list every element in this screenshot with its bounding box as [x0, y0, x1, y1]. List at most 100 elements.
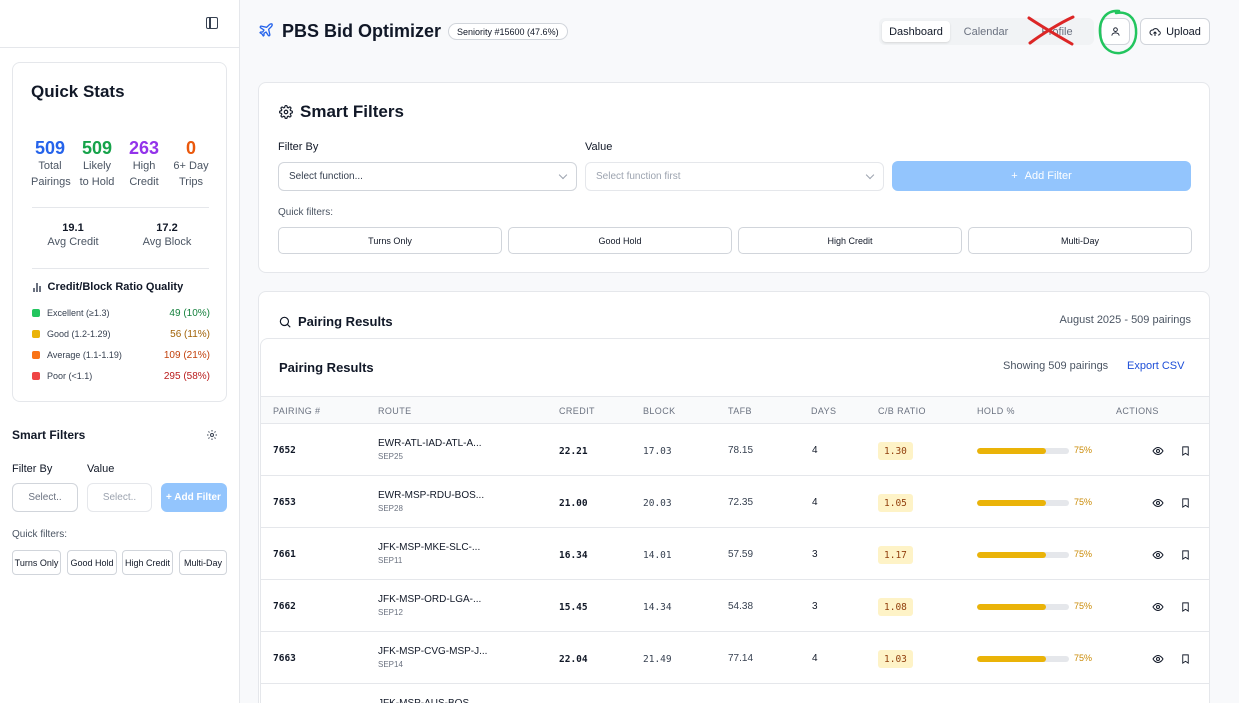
cb-ratio-badge: 1.17	[878, 546, 913, 564]
sidebar-value-select[interactable]: Select..	[87, 483, 152, 512]
sidebar-chip-good-hold[interactable]: Good Hold	[67, 550, 117, 575]
app-title: PBS Bid Optimizer	[282, 21, 442, 41]
table-row[interactable]: 7652 EWR-ATL-IAD-ATL-A... SEP25 22.21 17.…	[261, 424, 1209, 476]
col-pairing[interactable]: PAIRING #	[273, 406, 320, 416]
sidebar-chip-high-credit[interactable]: High Credit	[122, 550, 173, 575]
credit-value: 21.00	[559, 498, 588, 509]
hold-progress-fill	[977, 448, 1046, 454]
table-row[interactable]: 7653 EWR-MSP-RDU-BOS... SEP28 21.00 20.03…	[261, 476, 1209, 528]
days-value: 4	[812, 653, 818, 664]
stat-label: High	[132, 160, 156, 172]
divider	[32, 268, 209, 269]
eye-icon[interactable]	[1152, 496, 1164, 514]
bookmark-icon[interactable]	[1180, 496, 1191, 514]
filter-value-select[interactable]: Select function first	[585, 162, 884, 191]
table-row[interactable]: JFK-MSP-AUS-BOS...	[261, 684, 1209, 703]
stat-value: 0	[185, 138, 196, 158]
eye-icon[interactable]	[1152, 444, 1164, 462]
col-credit[interactable]: CREDIT	[559, 406, 595, 416]
stat-label: Trips	[178, 176, 204, 188]
col-tafb[interactable]: TAFB	[728, 406, 752, 416]
sidebar-chip-turns-only[interactable]: Turns Only	[12, 550, 61, 575]
export-csv-button[interactable]: Export CSV	[1127, 360, 1184, 372]
sidebar-filter-select[interactable]: Select..	[12, 483, 78, 512]
credit-value: 16.34	[559, 550, 588, 561]
status-dot	[32, 351, 40, 359]
bookmark-icon[interactable]	[1180, 444, 1191, 462]
bookmark-icon[interactable]	[1180, 652, 1191, 670]
stat-likely-to-hold: 509 Likely to Hold	[77, 138, 117, 190]
gear-icon	[279, 105, 293, 119]
search-icon	[279, 316, 291, 328]
hold-percent: 75%	[1074, 549, 1093, 559]
eye-icon[interactable]	[1152, 652, 1164, 670]
sidebar-chip-multi-day[interactable]: Multi-Day	[179, 550, 227, 575]
pairing-number: 7663	[273, 653, 296, 664]
credit-value: 22.04	[559, 654, 588, 665]
col-block[interactable]: BLOCK	[643, 406, 676, 416]
table-row[interactable]: 7663 JFK-MSP-CVG-MSP-J... SEP14 22.04 21.…	[261, 632, 1209, 684]
filter-function-select[interactable]: Select function...	[278, 162, 577, 191]
chip-turns-only[interactable]: Turns Only	[278, 227, 502, 254]
route-date: SEP25	[378, 452, 403, 461]
bookmark-icon[interactable]	[1180, 548, 1191, 566]
seniority-badge: Seniority #15600 (47.6%)	[448, 23, 568, 40]
col-actions: ACTIONS	[1116, 406, 1159, 416]
eye-icon[interactable]	[1152, 600, 1164, 618]
col-cb-ratio[interactable]: C/B RATIO	[878, 406, 926, 416]
col-hold[interactable]: HOLD %	[977, 406, 1015, 416]
gear-icon[interactable]	[206, 429, 218, 441]
route-cell: JFK-MSP-AUS-BOS...	[378, 698, 477, 703]
tafb-value: 78.15	[728, 445, 754, 456]
stat-label: Credit	[129, 176, 159, 188]
ratio-label: Poor (<1.1)	[47, 371, 93, 381]
green-circle-annotation-icon	[1098, 9, 1138, 55]
ratio-value: 109 (21%)	[163, 349, 210, 361]
bookmark-icon[interactable]	[1180, 600, 1191, 618]
ratio-value: 295 (58%)	[163, 370, 210, 382]
upload-label: Upload	[1166, 25, 1201, 38]
tab-dashboard[interactable]: Dashboard	[882, 21, 950, 42]
chip-good-hold[interactable]: Good Hold	[508, 227, 732, 254]
tab-calendar[interactable]: Calendar	[953, 21, 1019, 42]
col-days[interactable]: DAYS	[811, 406, 836, 416]
cb-ratio-badge: 1.30	[878, 442, 913, 460]
ratio-row-good: Good (1.2-1.29) 56 (11%)	[32, 327, 210, 341]
stat-label: to Hold	[79, 176, 115, 188]
pairing-number: 7662	[273, 601, 296, 612]
red-x-annotation-icon	[1027, 15, 1075, 46]
chevron-down-icon	[558, 170, 568, 180]
add-filter-button[interactable]: + Add Filter	[892, 161, 1191, 191]
upload-button[interactable]: Upload	[1140, 18, 1210, 45]
sidebar-collapse-icon[interactable]	[206, 17, 218, 29]
status-dot	[32, 330, 40, 338]
sidebar: Quick Stats 509 Total Pairings 509 Likel…	[0, 0, 240, 703]
stat-value: 509	[34, 138, 66, 158]
days-value: 4	[812, 445, 818, 456]
hold-progress-fill	[977, 604, 1046, 610]
filter-value-placeholder: Select function first	[596, 171, 681, 182]
days-value: 4	[812, 497, 818, 508]
quick-filters-label: Quick filters:	[278, 207, 334, 218]
cloud-upload-icon	[1149, 27, 1161, 36]
chip-high-credit[interactable]: High Credit	[738, 227, 962, 254]
chip-multi-day[interactable]: Multi-Day	[968, 227, 1192, 254]
avg-block-label: Avg Block	[142, 236, 192, 248]
hold-progress-fill	[977, 552, 1046, 558]
table-row[interactable]: 7662 JFK-MSP-ORD-LGA-... SEP12 15.45 14.3…	[261, 580, 1209, 632]
stat-value: 263	[128, 138, 160, 158]
route-cell: EWR-MSP-RDU-BOS... SEP28	[378, 490, 484, 513]
eye-icon[interactable]	[1152, 548, 1164, 566]
avg-block: 17.2 Avg Block	[122, 221, 212, 250]
pairing-number: 7661	[273, 549, 296, 560]
days-value: 3	[812, 549, 818, 560]
route-text: JFK-MSP-AUS-BOS...	[378, 698, 477, 703]
tafb-value: 72.35	[728, 497, 754, 508]
sidebar-filter-by-label: Filter By	[12, 463, 53, 475]
tafb-value: 54.38	[728, 601, 754, 612]
sidebar-add-filter-button[interactable]: + Add Filter	[161, 483, 227, 512]
table-row[interactable]: 7661 JFK-MSP-MKE-SLC-... SEP11 16.34 14.0…	[261, 528, 1209, 580]
route-cell: JFK-MSP-MKE-SLC-... SEP11	[378, 542, 480, 565]
col-route[interactable]: ROUTE	[378, 406, 412, 416]
value-label: Value	[585, 141, 613, 153]
